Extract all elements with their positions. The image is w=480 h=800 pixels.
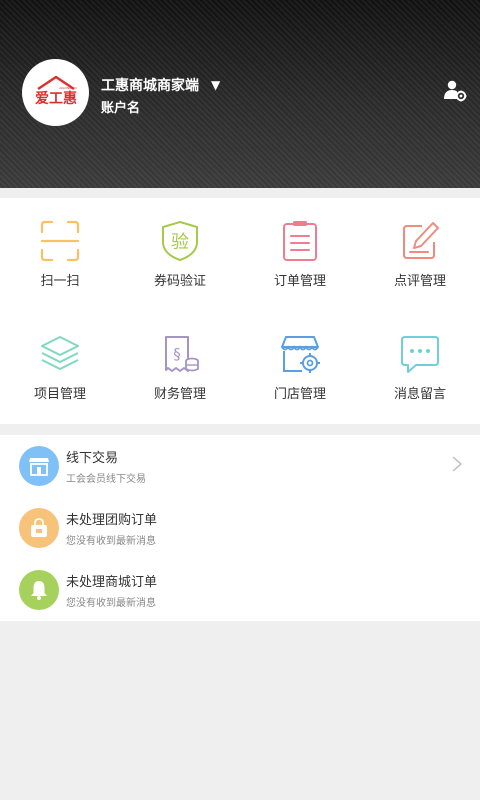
grid-label-messages: 消息留言 xyxy=(393,387,446,402)
finance-glyph: § xyxy=(173,345,181,363)
bell-icon xyxy=(31,581,47,600)
list-title-mall-orders: 未处理商城订单 xyxy=(66,575,158,590)
grid-label-store: 门店管理 xyxy=(273,387,326,402)
clipboard-icon xyxy=(283,221,317,261)
mall-orders-badge xyxy=(19,570,59,610)
list-subtitle-mall-orders: 您没有收到最新消息 xyxy=(66,598,156,609)
logo-subtext: AIGONGHUI xyxy=(59,86,77,90)
feature-grid: 扫一扫 验 券码验证 订单管理 点评管理 项目管理 § 财务管理 门店管理 消息… xyxy=(0,198,480,424)
notification-list: 线下交易 工会会员线下交易 未处理团购订单 您没有收到最新消息 未处理商城订单 … xyxy=(0,435,480,621)
scan-icon xyxy=(40,220,80,262)
shop-logo[interactable]: 爱工惠 AIGONGHUI xyxy=(22,59,89,126)
list-item-mall-orders[interactable]: 未处理商城订单 您没有收到最新消息 xyxy=(0,559,480,621)
verify-shield-icon: 验 xyxy=(162,220,198,262)
grid-label-reviews: 点评管理 xyxy=(393,274,446,289)
list-item-offline-trade[interactable]: 线下交易 工会会员线下交易 xyxy=(0,435,480,497)
list-item-group-orders[interactable]: 未处理团购订单 您没有收到最新消息 xyxy=(0,497,480,559)
user-settings-icon[interactable] xyxy=(443,79,467,103)
grid-item-reviews[interactable]: 点评管理 xyxy=(360,198,480,311)
grid-label-orders: 订单管理 xyxy=(273,274,326,289)
grid-item-store[interactable]: 门店管理 xyxy=(240,311,360,424)
shop-name: 工惠商城商家端 xyxy=(101,78,199,94)
shopping-bag-icon xyxy=(31,518,47,537)
store-gear-icon xyxy=(281,336,320,373)
finance-receipt-icon: § xyxy=(165,336,199,372)
grid-item-orders[interactable]: 订单管理 xyxy=(240,198,360,311)
grid-label-scan: 扫一扫 xyxy=(40,274,80,289)
layers-icon xyxy=(41,336,79,370)
list-subtitle-group-orders: 您没有收到最新消息 xyxy=(66,536,156,547)
list-subtitle-offline-trade: 工会会员线下交易 xyxy=(66,474,146,485)
grid-item-finance[interactable]: § 财务管理 xyxy=(120,311,240,424)
group-orders-badge xyxy=(19,508,59,548)
list-title-group-orders: 未处理团购订单 xyxy=(66,513,158,528)
grid-item-projects[interactable]: 项目管理 xyxy=(0,311,120,424)
grid-item-scan[interactable]: 扫一扫 xyxy=(0,198,120,311)
grid-label-projects: 项目管理 xyxy=(33,387,86,402)
grid-item-messages[interactable]: 消息留言 xyxy=(360,311,480,424)
grid-item-verify[interactable]: 验 券码验证 xyxy=(120,198,240,311)
aigonghui-logo-icon: 爱工惠 AIGONGHUI xyxy=(35,75,77,107)
verify-glyph: 验 xyxy=(171,232,189,253)
edit-note-icon xyxy=(403,222,439,259)
list-title-offline-trade: 线下交易 xyxy=(66,451,119,466)
shop-switcher[interactable]: 工惠商城商家端 ▼ xyxy=(101,75,220,95)
caret-down-icon[interactable]: ▼ xyxy=(211,78,220,92)
account-name: 账户名 xyxy=(101,101,141,116)
grid-label-finance: 财务管理 xyxy=(153,387,206,402)
header: 爱工惠 AIGONGHUI 工惠商城商家端 ▼ 账户名 xyxy=(0,0,480,188)
storefront-icon xyxy=(29,458,49,476)
offline-trade-badge xyxy=(19,446,59,486)
grid-label-verify: 券码验证 xyxy=(153,274,206,289)
chat-bubble-icon xyxy=(401,336,439,373)
chevron-right-icon[interactable] xyxy=(451,455,463,473)
logo-text: 爱工惠 xyxy=(35,90,77,107)
